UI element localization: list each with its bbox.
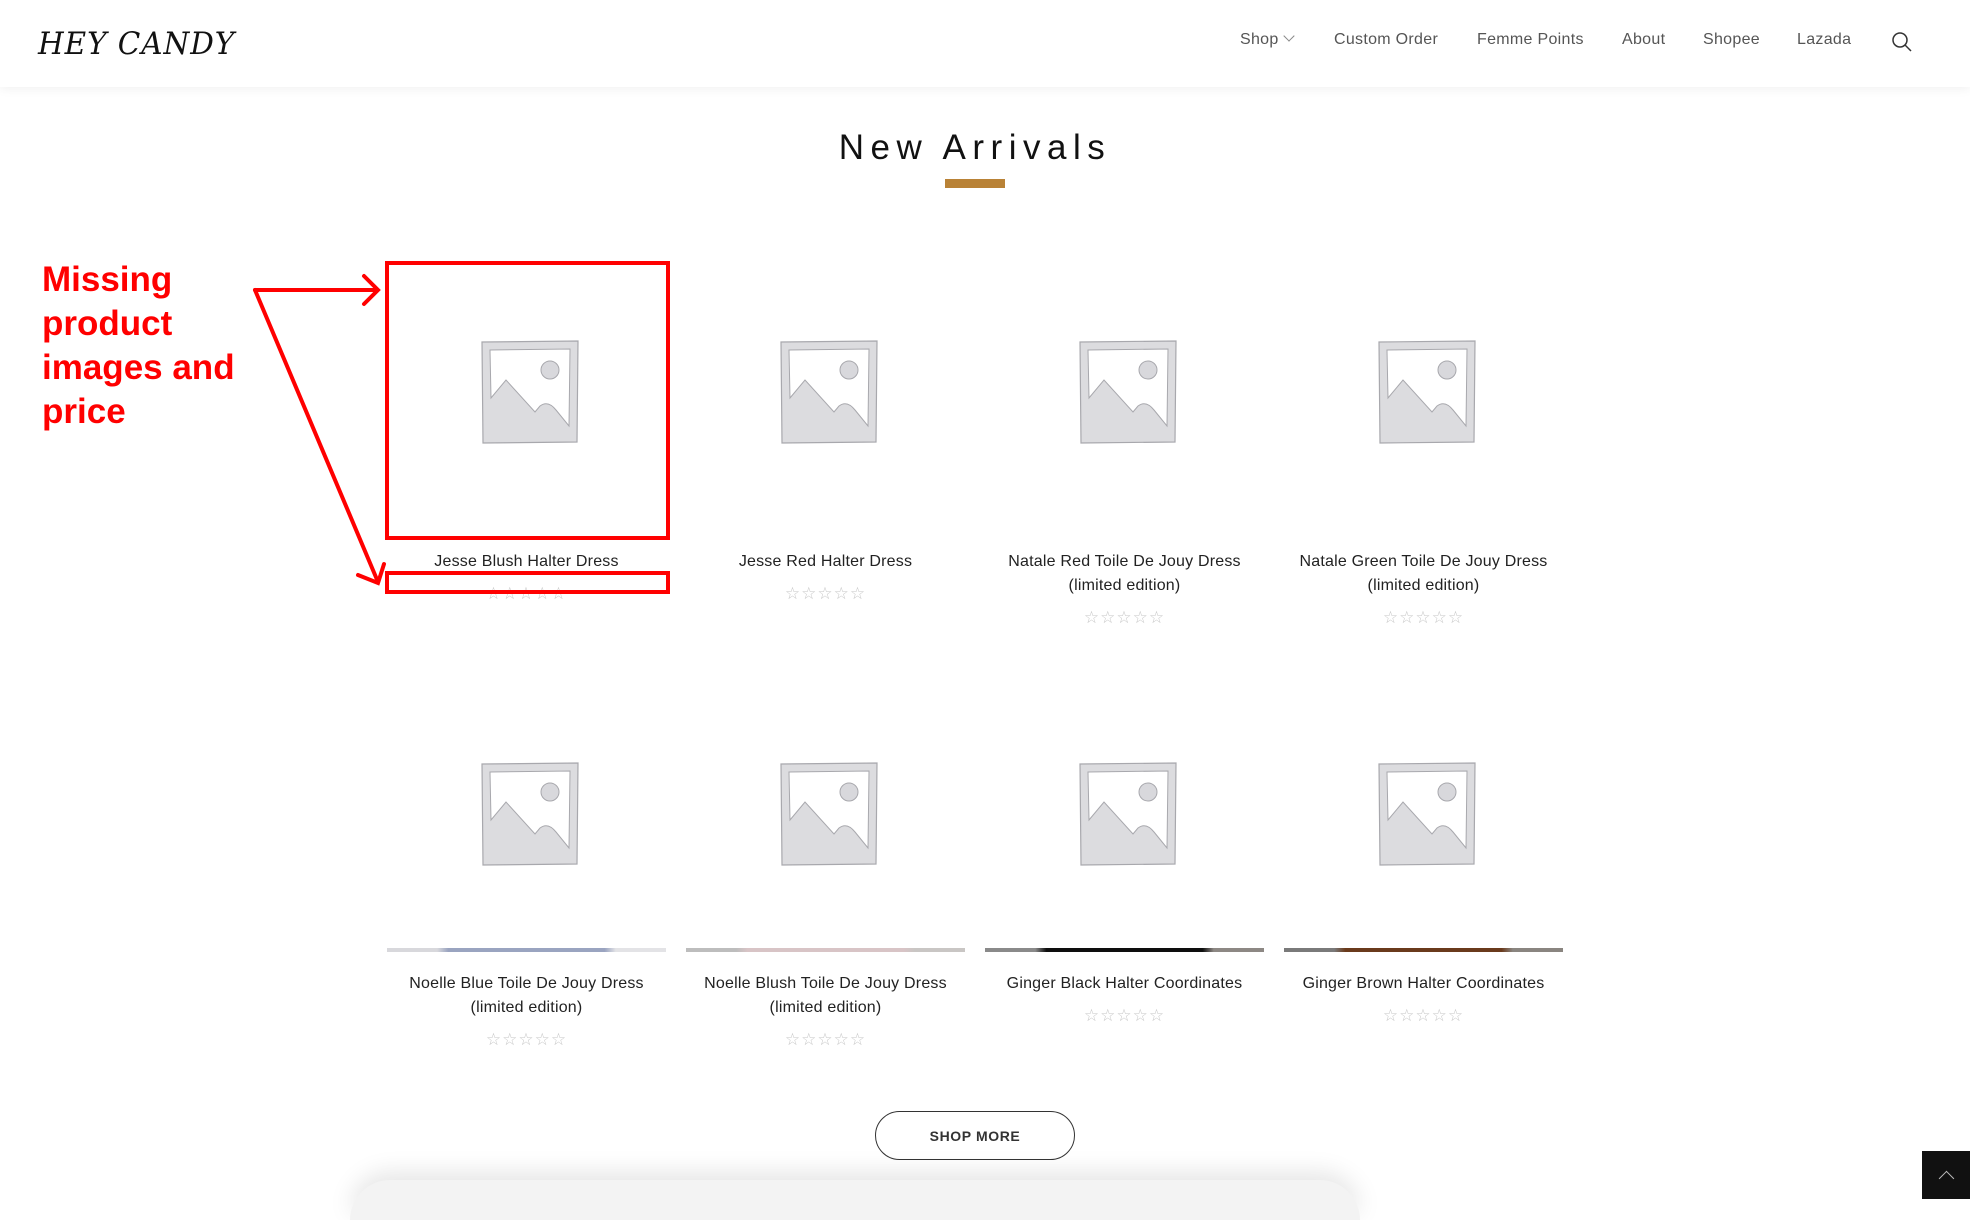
nav-shop[interactable]: Shop (1240, 30, 1295, 49)
product-card[interactable]: Jesse Blush Halter Dress ☆☆☆☆☆ (387, 250, 666, 604)
product-title[interactable]: Natale Green Toile De Jouy Dress (limite… (1284, 550, 1563, 598)
placeholder-image-icon (780, 762, 878, 866)
product-card[interactable]: Natale Red Toile De Jouy Dress (limited … (985, 250, 1264, 628)
image-strip (1284, 948, 1563, 952)
shop-more-button[interactable]: SHOP MORE (875, 1111, 1075, 1160)
chevron-down-icon (1282, 30, 1295, 42)
nav-lazada[interactable]: Lazada (1797, 31, 1851, 49)
placeholder-image-icon (481, 762, 579, 866)
rating-stars: ☆☆☆☆☆ (784, 584, 867, 603)
product-card[interactable]: Jesse Red Halter Dress ☆☆☆☆☆ (686, 250, 965, 604)
nav-about[interactable]: About (1622, 31, 1665, 49)
rating-stars: ☆☆☆☆☆ (1083, 1006, 1166, 1025)
section-title: New Arrivals (838, 128, 1112, 167)
product-title[interactable]: Noelle Blush Toile De Jouy Dress (limite… (686, 972, 965, 1020)
product-card[interactable]: Noelle Blush Toile De Jouy Dress (limite… (686, 672, 965, 1050)
nav-shopee[interactable]: Shopee (1703, 31, 1760, 49)
product-title[interactable]: Ginger Brown Halter Coordinates (1284, 972, 1563, 996)
product-title[interactable]: Noelle Blue Toile De Jouy Dress (limited… (387, 972, 666, 1020)
rating-stars: ☆☆☆☆☆ (1382, 608, 1465, 627)
nav-custom-order[interactable]: Custom Order (1334, 31, 1438, 49)
rating-stars: ☆☆☆☆☆ (784, 1030, 867, 1049)
image-strip (985, 948, 1264, 952)
nav-femme-points[interactable]: Femme Points (1477, 31, 1584, 49)
annotation-arrow-price (253, 288, 380, 584)
product-image[interactable] (387, 250, 666, 530)
image-strip (387, 948, 666, 952)
product-title[interactable]: Jesse Blush Halter Dress (387, 550, 666, 574)
product-card[interactable]: Ginger Black Halter Coordinates ☆☆☆☆☆ (985, 672, 1264, 1026)
placeholder-image-icon (1378, 762, 1476, 866)
product-image[interactable] (686, 250, 965, 530)
product-title[interactable]: Ginger Black Halter Coordinates (985, 972, 1264, 996)
arrow-head-icon (356, 562, 386, 586)
product-image[interactable] (985, 250, 1264, 530)
product-title[interactable]: Jesse Red Halter Dress (686, 550, 965, 574)
main-nav: Shop Custom Order Femme Points About Sho… (0, 0, 1970, 87)
placeholder-image-icon (1079, 340, 1177, 444)
product-card[interactable]: Noelle Blue Toile De Jouy Dress (limited… (387, 672, 666, 1050)
product-image[interactable] (1284, 250, 1563, 530)
site-header: HEY CANDY Shop Custom Order Femme Points… (0, 0, 1970, 87)
footer-section-edge (350, 1180, 1360, 1220)
placeholder-image-icon (481, 340, 579, 444)
placeholder-image-icon (1079, 762, 1177, 866)
nav-shop-label: Shop (1240, 31, 1279, 48)
rating-stars: ☆☆☆☆☆ (485, 1030, 568, 1049)
product-title[interactable]: Natale Red Toile De Jouy Dress (limited … (985, 550, 1264, 598)
rating-stars: ☆☆☆☆☆ (485, 584, 568, 603)
chevron-up-icon (1938, 1170, 1955, 1187)
title-underline (945, 179, 1005, 188)
arrow-head-icon (362, 274, 381, 306)
rating-stars: ☆☆☆☆☆ (1083, 608, 1166, 627)
search-icon[interactable] (1891, 31, 1913, 53)
placeholder-image-icon (1378, 340, 1476, 444)
placeholder-image-icon (780, 340, 878, 444)
product-image[interactable] (387, 672, 666, 952)
rating-stars: ☆☆☆☆☆ (1382, 1006, 1465, 1025)
product-image[interactable] (686, 672, 965, 952)
product-image[interactable] (985, 672, 1264, 952)
annotation-label: Missing product images and price (42, 260, 235, 431)
scroll-to-top-button[interactable] (1922, 1151, 1970, 1199)
product-card[interactable]: Ginger Brown Halter Coordinates ☆☆☆☆☆ (1284, 672, 1563, 1026)
image-strip (686, 948, 965, 952)
product-card[interactable]: Natale Green Toile De Jouy Dress (limite… (1284, 250, 1563, 628)
product-image[interactable] (1284, 672, 1563, 952)
